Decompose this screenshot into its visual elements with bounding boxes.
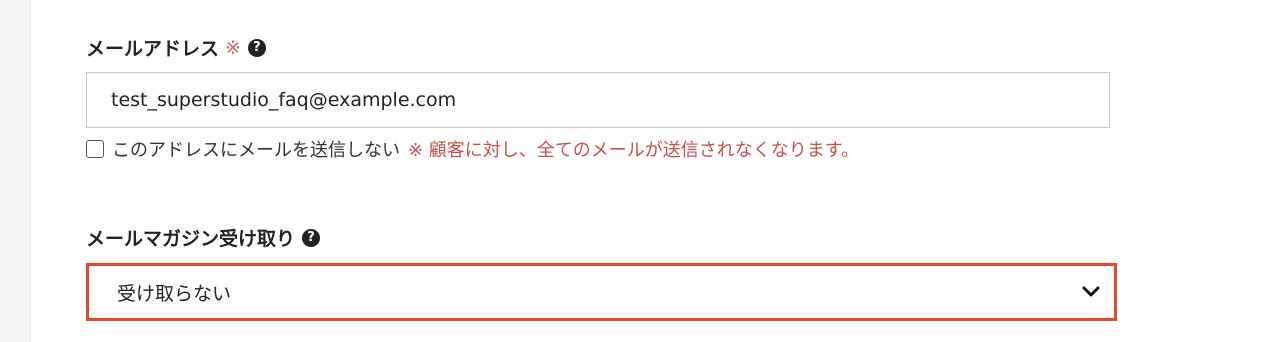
no-send-warning-note: ※ 顧客に対し、全てのメールが送信されなくなります。 xyxy=(408,140,860,161)
no-send-checkbox-row: このアドレスにメールを送信しない ※ 顧客に対し、全てのメールが送信されなくなり… xyxy=(86,136,859,162)
newsletter-label-text: メールマガジン受け取り xyxy=(86,228,296,250)
email-label-text: メールアドレス xyxy=(86,38,220,60)
newsletter-label: メールマガジン受け取り ? xyxy=(86,224,321,251)
email-label: メールアドレス ※ ? xyxy=(86,34,266,61)
no-send-checkbox-label[interactable]: このアドレスにメールを送信しない xyxy=(112,136,400,162)
question-circle-icon[interactable]: ? xyxy=(247,38,266,57)
no-send-checkbox[interactable] xyxy=(86,140,104,158)
chevron-down-icon xyxy=(1082,286,1100,297)
required-mark: ※ xyxy=(225,36,241,59)
newsletter-select-value: 受け取らない xyxy=(117,282,232,305)
question-circle-icon[interactable]: ? xyxy=(302,228,321,247)
left-sidebar-edge xyxy=(0,0,31,342)
newsletter-select[interactable]: 受け取らない xyxy=(86,263,1117,321)
email-input[interactable] xyxy=(86,72,1110,128)
